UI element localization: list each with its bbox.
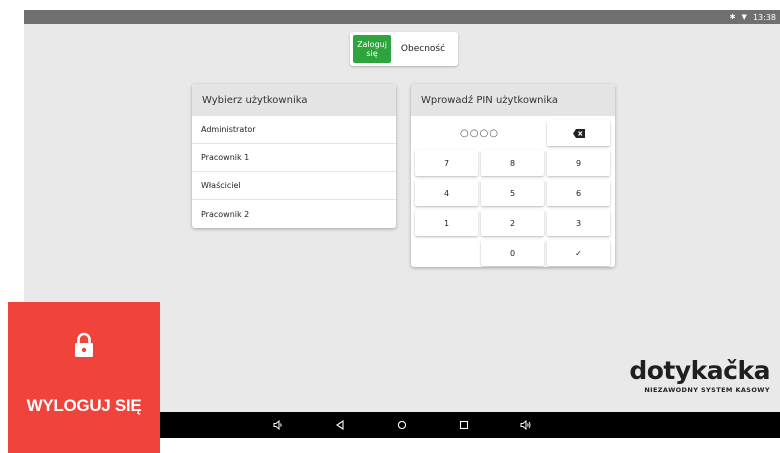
recents-icon[interactable] [433, 420, 495, 430]
backspace-button[interactable] [547, 120, 610, 146]
pin-entry-panel: Wprowadź PIN użytkownika ○○○○ 7 8 9 4 5 … [411, 84, 615, 267]
key-7[interactable]: 7 [415, 150, 478, 176]
volume-down-icon[interactable] [247, 420, 309, 430]
login-mode-label: Zaloguj się [357, 40, 387, 58]
user-item-wlasciciel[interactable]: Właściciel [192, 172, 396, 200]
lock-icon [75, 332, 93, 357]
user-item-pracownik-2[interactable]: Pracownik 2 [192, 200, 396, 228]
status-bar: ✱ ▼ 13:38 [24, 10, 780, 24]
key-8[interactable]: 8 [481, 150, 544, 176]
bluetooth-icon: ✱ [729, 13, 736, 21]
key-4[interactable]: 4 [415, 180, 478, 206]
user-item-administrator[interactable]: Administrator [192, 116, 396, 144]
brand-logo: dotykačka NIEZAWODNY SYSTEM KASOWY [629, 356, 770, 395]
volume-up-icon[interactable] [495, 420, 557, 430]
key-2[interactable]: 2 [481, 210, 544, 236]
brand-name: dotykačka [629, 356, 770, 385]
attendance-mode-button[interactable]: Obecność [391, 35, 455, 63]
key-5[interactable]: 5 [481, 180, 544, 206]
confirm-button[interactable]: ✓ [547, 240, 610, 266]
login-mode-button[interactable]: Zaloguj się [353, 35, 391, 63]
backspace-icon [572, 128, 585, 138]
key-6[interactable]: 6 [547, 180, 610, 206]
keypad-spacer [415, 240, 478, 266]
key-1[interactable]: 1 [415, 210, 478, 236]
back-icon[interactable] [309, 420, 371, 430]
user-select-title: Wybierz użytkownika [192, 84, 396, 116]
logout-button[interactable]: WYLOGUJ SIĘ [8, 302, 160, 453]
key-3[interactable]: 3 [547, 210, 610, 236]
key-0[interactable]: 0 [481, 240, 544, 266]
pin-keypad: ○○○○ 7 8 9 4 5 6 1 2 3 0 ✓ [415, 120, 611, 266]
key-9[interactable]: 9 [547, 150, 610, 176]
check-icon: ✓ [575, 248, 582, 258]
brand-tagline: NIEZAWODNY SYSTEM KASOWY [644, 386, 770, 394]
attendance-mode-label: Obecność [400, 44, 446, 54]
pin-entry-title: Wprowadź PIN użytkownika [411, 84, 615, 116]
user-select-panel: Wybierz użytkownika Administrator Pracow… [192, 84, 396, 228]
logout-label: WYLOGUJ SIĘ [26, 396, 142, 415]
pin-display: ○○○○ [460, 127, 499, 139]
status-time: 13:38 [752, 12, 776, 22]
home-icon[interactable] [371, 420, 433, 430]
mode-toggle: Zaloguj się Obecność [350, 32, 458, 66]
wifi-icon: ▼ [741, 13, 747, 21]
user-item-pracownik-1[interactable]: Pracownik 1 [192, 144, 396, 172]
